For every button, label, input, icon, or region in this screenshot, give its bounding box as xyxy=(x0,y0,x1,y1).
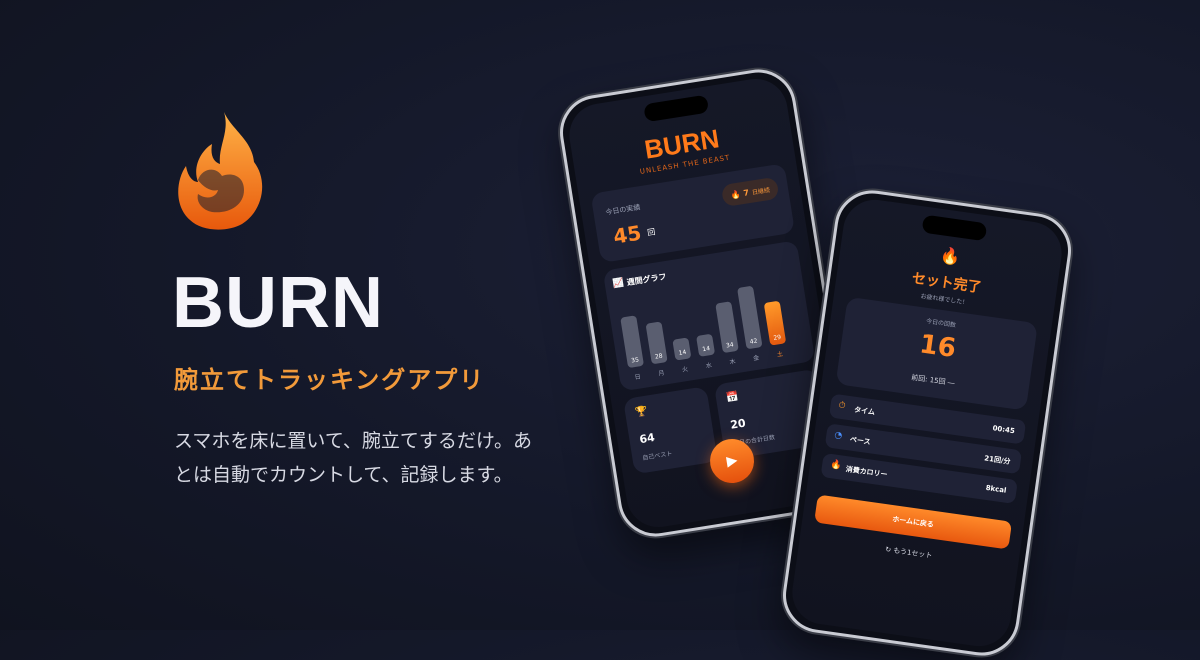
bar-day-label: 月 xyxy=(657,369,665,378)
bar-day-label: 日 xyxy=(634,373,642,382)
graph-bar: 14 xyxy=(672,337,692,361)
app-brand-title: BURN xyxy=(172,263,384,343)
app-tagline: 腕立てトラッキングアプリ xyxy=(174,366,486,394)
weekly-bars: 35 日 28 月 14 火 14 水 34 木 42 金 29 土 xyxy=(615,271,806,382)
bar-day-label: 金 xyxy=(752,354,760,363)
bar-value-label: 42 xyxy=(749,337,758,346)
weekly-graph-card: 📈 週間グラフ 35 日 28 月 14 火 14 水 34 木 42 金 29 土 xyxy=(602,240,816,392)
graph-bar: 28 xyxy=(645,321,668,365)
best-value: 64 xyxy=(638,430,656,447)
bar-day-label: 水 xyxy=(705,362,713,370)
trophy-icon: 🏆 xyxy=(634,405,649,419)
graph-bar: 29 xyxy=(763,300,787,346)
play-icon: ▶ xyxy=(725,452,739,470)
streak-value: 7 xyxy=(742,187,750,198)
count-card: 今日の回数 16 前回: 15回 ― xyxy=(835,296,1038,411)
graph-bar: 14 xyxy=(696,333,716,357)
stat-label: ペース xyxy=(849,435,871,447)
bar-value-label: 14 xyxy=(701,345,711,354)
today-unit: 回 xyxy=(646,227,656,238)
app-description: スマホを床に置いて、腕立てするだけ。あとは自動でカウントして、記録します。 xyxy=(174,430,532,486)
today-value: 45 xyxy=(611,220,643,249)
stat-value: 00:45 xyxy=(992,424,1016,436)
stat-label: 消費カロリー xyxy=(845,465,888,479)
streak-badge: 🔥 7 日継続 xyxy=(720,176,780,208)
again-label: もう1セット xyxy=(892,546,933,560)
best-card: 🏆 64 自己ベスト xyxy=(623,386,718,475)
chart-line-icon: 📈 xyxy=(612,277,625,290)
bar-day-label: 土 xyxy=(776,350,784,359)
phone-result-screen: 🔥 セット完了 お疲れ様でした！ 今日の回数 16 前回: 15回 ― ⏱ タイ… xyxy=(778,185,1076,660)
bar-value-label: 28 xyxy=(654,352,664,361)
bar-day-label: 火 xyxy=(681,365,689,374)
month-days-value: 20 xyxy=(729,416,747,432)
dynamic-island xyxy=(643,94,710,123)
fire-icon: 🔥 xyxy=(729,188,742,200)
stat-value: 8kcal xyxy=(985,483,1007,495)
graph-bar: 34 xyxy=(715,301,739,354)
dynamic-island xyxy=(921,214,988,242)
fire-icon: 🔥 xyxy=(829,459,843,472)
graph-title: 週間グラフ xyxy=(626,272,668,288)
burn-flame-logo-icon xyxy=(178,112,263,230)
timer-icon: ⏱ xyxy=(837,400,847,412)
streak-unit: 日継続 xyxy=(751,186,771,197)
calendar-icon: 📅 xyxy=(725,391,740,405)
bar-day-label: 木 xyxy=(729,358,737,367)
bar-value-label: 35 xyxy=(630,356,640,365)
stat-label: タイム xyxy=(853,405,876,417)
best-label: 自己ベスト xyxy=(641,450,673,462)
bar-value-label: 29 xyxy=(773,333,782,342)
speedometer-icon: ◔ xyxy=(833,430,843,442)
bar-value-label: 34 xyxy=(725,341,735,350)
stat-value: 21回/分 xyxy=(983,454,1011,466)
today-label: 今日の実績 xyxy=(605,203,641,217)
graph-bar: 35 xyxy=(620,315,645,369)
bar-value-label: 14 xyxy=(678,348,687,358)
graph-bar: 42 xyxy=(737,285,763,350)
